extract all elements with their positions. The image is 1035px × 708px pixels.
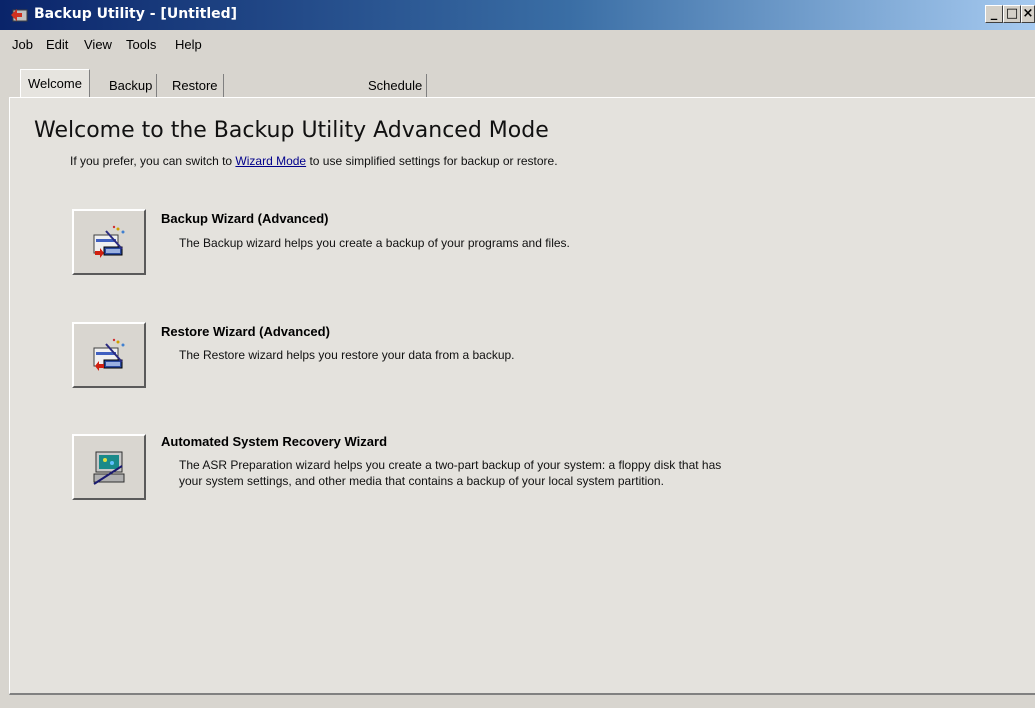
asr-wizard-button[interactable] — [72, 434, 146, 500]
desc-line: The ASR Preparation wizard helps you cre… — [179, 458, 722, 472]
menu-tools[interactable]: Tools — [126, 37, 156, 52]
restore-wizard-title: Restore Wizard (Advanced) — [161, 324, 330, 339]
welcome-panel: Welcome to the Backup Utility Advanced M… — [9, 97, 1035, 695]
restore-wizard-description: The Restore wizard helps you restore you… — [179, 347, 879, 363]
tab-welcome[interactable]: Welcome — [20, 69, 90, 100]
desc-line: your system settings, and other media th… — [179, 474, 664, 488]
asr-wizard-title: Automated System Recovery Wizard — [161, 434, 388, 449]
title-bar: Backup Utility - [Untitled] _ □ × — [0, 0, 1035, 30]
wizard-mode-link[interactable]: Wizard Mode — [235, 154, 306, 168]
minimize-button[interactable]: _ — [985, 5, 1003, 23]
desc-line: The Backup wizard helps you create a bac… — [179, 236, 570, 250]
backup-app-icon — [11, 9, 28, 22]
menu-edit[interactable]: Edit — [46, 37, 68, 52]
backup-wizard-description: The Backup wizard helps you create a bac… — [179, 235, 879, 251]
restore-wizard-button[interactable] — [72, 322, 146, 388]
maximize-button[interactable]: □ — [1003, 5, 1021, 23]
asr-wizard-icon — [93, 451, 125, 485]
tab-restore-manage-media[interactable]: Restore and Manage Media — [168, 74, 224, 162]
restore-wizard-icon — [93, 338, 125, 371]
backup-wizard-title: Backup Wizard (Advanced) — [161, 211, 329, 226]
backup-wizard-icon — [93, 225, 125, 258]
close-button[interactable]: × — [1021, 5, 1035, 23]
tab-backup[interactable]: Backup — [105, 74, 158, 97]
menu-view[interactable]: View — [84, 37, 112, 52]
page-title: Welcome to the Backup Utility Advanced M… — [34, 118, 549, 143]
intro-text: If you prefer, you can switch to Wizard … — [70, 154, 558, 168]
menu-job[interactable]: Job — [12, 37, 33, 52]
intro-suffix: to use simplified settings for backup or… — [306, 154, 558, 168]
window-title: Backup Utility - [Untitled] — [34, 6, 238, 22]
menu-help[interactable]: Help — [175, 37, 202, 52]
tab-schedule-jobs[interactable]: Schedule Jobs — [364, 74, 428, 116]
backup-wizard-button[interactable] — [72, 209, 146, 275]
menu-bar: Job Edit View Tools Help — [0, 30, 1035, 58]
intro-prefix: If you prefer, you can switch to — [70, 154, 236, 168]
desc-line: The Restore wizard helps you restore you… — [179, 348, 515, 362]
asr-wizard-description: The ASR Preparation wizard helps you cre… — [179, 457, 879, 489]
